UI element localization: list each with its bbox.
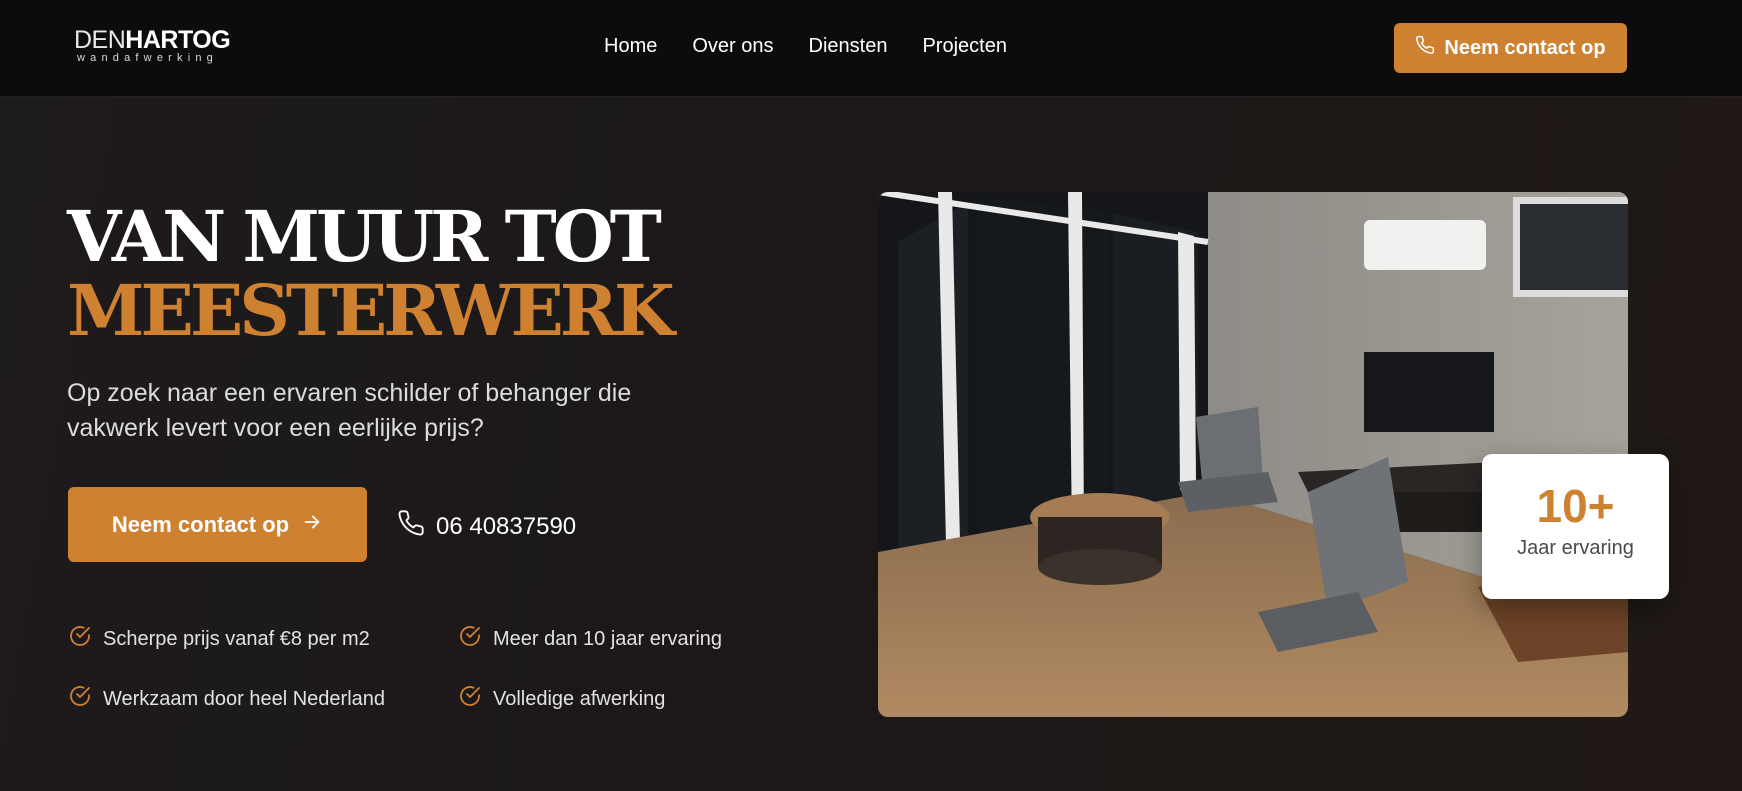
feature-label: Scherpe prijs vanaf €8 per m2 xyxy=(103,627,370,650)
experience-number: 10+ xyxy=(1536,480,1615,532)
feature-label: Meer dan 10 jaar ervaring xyxy=(493,627,723,650)
nav-item-over-ons[interactable]: Over ons xyxy=(692,35,773,58)
phone-number: 06 40837590 xyxy=(436,512,577,540)
phone-icon xyxy=(1415,35,1435,61)
check-circle-icon xyxy=(458,684,482,714)
experience-badge: 10+ Jaar ervaring xyxy=(1482,454,1669,599)
feature-label: Volledige afwerking xyxy=(493,687,666,710)
feature-item: Scherpe prijs vanaf €8 per m2 xyxy=(68,624,370,654)
phone-icon xyxy=(397,509,425,544)
experience-label: Jaar ervaring xyxy=(1517,537,1634,559)
hero-contact-button[interactable]: Neem contact op xyxy=(68,487,367,562)
feature-item: Werkzaam door heel Nederland xyxy=(68,684,385,714)
phone-link[interactable]: 06 40837590 xyxy=(397,509,576,544)
nav-item-diensten[interactable]: Diensten xyxy=(809,35,888,58)
nav-item-home[interactable]: Home xyxy=(604,35,657,58)
check-circle-icon xyxy=(458,624,482,654)
feature-item: Volledige afwerking xyxy=(458,684,665,714)
main-nav: Home Over ons Diensten Projecten xyxy=(604,35,1007,58)
hero-subtitle: Op zoek naar een ervaren schilder of beh… xyxy=(67,379,632,442)
check-circle-icon xyxy=(68,624,92,654)
nav-item-projecten[interactable]: Projecten xyxy=(922,35,1007,58)
headline-line-2: MEESTERWERK xyxy=(67,269,675,352)
site-header: DENHARTOG wandafwerking Home Over ons Di… xyxy=(0,0,1742,97)
header-contact-button[interactable]: Neem contact op xyxy=(1394,23,1627,73)
logo[interactable]: DENHARTOG wandafwerking xyxy=(74,27,244,69)
logo-wordmark: DENHARTOG xyxy=(74,26,231,54)
header-contact-label: Neem contact op xyxy=(1444,36,1606,59)
feature-item: Meer dan 10 jaar ervaring xyxy=(458,624,722,654)
check-circle-icon xyxy=(68,684,92,714)
hero-headline: VAN MUUR TOT MEESTERWERK xyxy=(67,195,675,352)
hero-contact-label: Neem contact op xyxy=(111,511,290,537)
feature-label: Werkzaam door heel Nederland xyxy=(103,687,386,710)
headline-line-1: VAN MUUR TOT xyxy=(67,195,662,278)
arrow-right-icon xyxy=(301,511,323,539)
